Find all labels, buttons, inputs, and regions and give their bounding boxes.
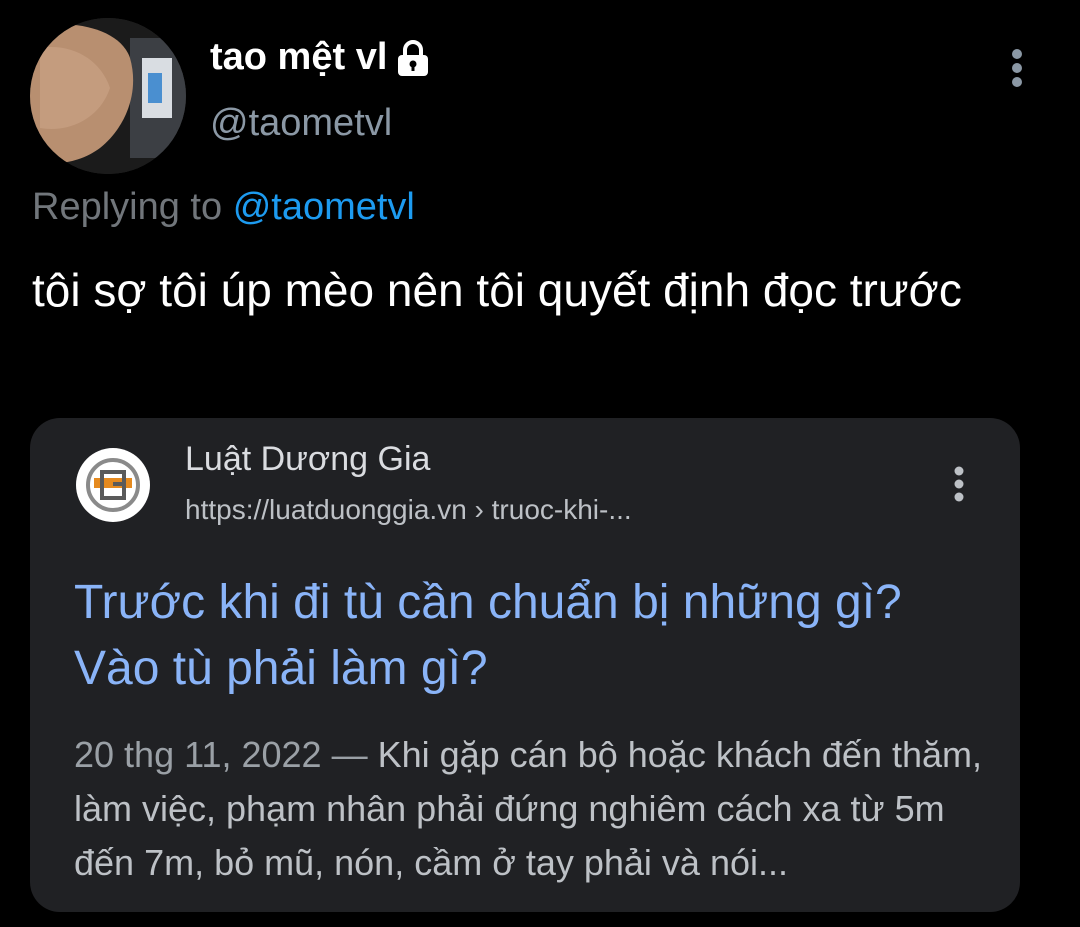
tweet: tao mệt vl @taometvl Replying to @taomet… xyxy=(0,0,1080,927)
result-date: 20 thg 11, 2022 xyxy=(74,734,322,775)
site-url[interactable]: https://luatduonggia.vn › truoc-khi-... xyxy=(185,494,632,526)
result-snippet: 20 thg 11, 2022 — Khi gặp cán bộ hoặc kh… xyxy=(74,728,994,890)
tweet-text: tôi sợ tôi úp mèo nên tôi quyết định đọc… xyxy=(32,264,962,316)
avatar[interactable] xyxy=(30,18,186,174)
result-title-link[interactable]: Trước khi đi tù cần chuẩn bị những gì? V… xyxy=(74,570,974,702)
avatar-image xyxy=(30,18,186,174)
site-name[interactable]: Luật Dương Gia xyxy=(185,440,430,479)
reply-mention-link[interactable]: @taometvl xyxy=(233,186,415,228)
display-name-text: tao mệt vl xyxy=(210,36,388,78)
search-result-card[interactable]: Luật Dương Gia https://luatduonggia.vn ›… xyxy=(30,418,1020,912)
result-separator: — xyxy=(321,734,378,775)
site-logo-icon xyxy=(76,448,150,522)
author-handle[interactable]: @taometvl xyxy=(210,102,392,145)
more-vertical-icon[interactable] xyxy=(1000,46,1034,90)
display-name[interactable]: tao mệt vl xyxy=(210,36,433,79)
lock-icon xyxy=(393,38,433,78)
replying-to: Replying to @taometvl xyxy=(32,186,415,229)
replying-prefix: Replying to xyxy=(32,186,223,228)
card-more-vertical-icon[interactable] xyxy=(944,464,974,504)
